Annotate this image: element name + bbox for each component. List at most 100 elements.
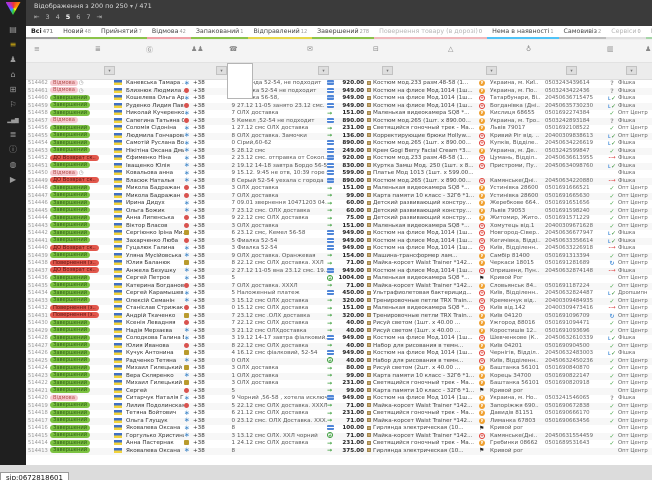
client-phone[interactable]: +38 (193, 433, 213, 441)
status-column-icon[interactable]: ≣ (95, 45, 101, 53)
client-phone[interactable]: +38 (193, 88, 213, 96)
table-row[interactable]: 514420ВідмоваСитарчук Наталія Гр..∗+389Ч… (26, 395, 652, 403)
cart-icon[interactable]: ⊞ (3, 83, 23, 97)
table-row[interactable]: 514422ЗавершенийМихаил Гилецький+383ОЛХ … (26, 380, 652, 388)
table-row[interactable]: 514430ЗавершенийКсенія Левадняя+38722.12… (26, 320, 652, 328)
ttn-number[interactable]: 20450633226918 (545, 245, 606, 253)
ttn-number[interactable]: 20450635730230 (545, 103, 606, 111)
marketing-icon[interactable]: ⚐ (3, 98, 23, 112)
table-row[interactable]: 514434ЗавершенийСергей Карамышев∗+385Нал… (26, 290, 652, 298)
order-comment[interactable]: 24.12 смс ОЛХ доставка (237, 440, 327, 448)
ttn-number[interactable]: 20450634226619 (545, 140, 606, 148)
client-phone[interactable]: +38 (193, 365, 213, 373)
client-phone[interactable]: +38 (193, 335, 213, 343)
ttn-number[interactable]: 0501691096709 (545, 313, 606, 321)
client-phone[interactable]: +38 (193, 418, 213, 426)
table-row[interactable]: 514461Відмова◷Близнюк Людмила ..+387Фиал… (26, 88, 652, 96)
product-name[interactable]: Карта памяти 10 класс - 32Гб *1... (367, 388, 479, 396)
order-comment[interactable]: 15.12 смс ОЛХ доставка (237, 305, 327, 313)
product-name[interactable]: Корректирующие брюки Hollyw... (367, 133, 479, 141)
client-name[interactable]: Солодкова Галина В.. (126, 335, 184, 343)
client-name[interactable]: Руденко Лидия Пав.. (126, 103, 184, 111)
statistics-icon[interactable]: ▂▅▇ (3, 113, 23, 127)
order-comment[interactable]: ОЛХ доставка (237, 185, 327, 193)
client-name[interactable]: Іващенко Юлія (126, 163, 184, 171)
order-comment[interactable]: Наложенный платеж (237, 290, 327, 298)
table-row[interactable]: 514451ЗавершенийІващенко Юлія∗+38219.12 … (26, 163, 652, 171)
order-comment[interactable]: Кемел ,52-54 не подходит (237, 118, 327, 126)
table-row[interactable]: 514458ЗавершенийНиколай Кучеренко∗+387ОЛ… (26, 110, 652, 118)
client-name[interactable]: Николай Кучеренко (126, 110, 184, 118)
ttn-number[interactable]: 0503243439614 (545, 80, 606, 88)
table-row[interactable]: 514419ЗавершенийЛилия Подолинская+38522.… (26, 403, 652, 411)
ttn-number[interactable]: 0501691651656 (545, 200, 606, 208)
client-name[interactable]: Анна Липенська (126, 215, 184, 223)
tab-Всі[interactable]: Всі471 (26, 26, 58, 39)
ttn-number[interactable]: 0501691666521 (545, 185, 606, 193)
product-name[interactable]: Светящийся гоночный трек - Ма... (367, 380, 479, 388)
client-phone[interactable]: +38 (193, 230, 213, 238)
order-comment[interactable]: Фиалка 52-54 (237, 245, 327, 253)
shop-icon[interactable]: ⌂ (3, 68, 23, 82)
table-row[interactable]: 514449ДО Возврат ск..Власюк Наталья∗+388… (26, 178, 652, 186)
settings-icon[interactable]: ≣ (3, 128, 23, 142)
product-name[interactable]: Майка-корсет Waist Trainer *142... (367, 418, 479, 426)
client-name[interactable]: Горгулько Христина.. (126, 433, 184, 441)
client-name[interactable]: Надія Мерзаєва (126, 328, 184, 336)
client-column-icon[interactable]: ♟♟ (191, 45, 204, 53)
table-row[interactable]: 514448ЗавершенийМикола Бадражан+383ОЛХ д… (26, 185, 652, 193)
ttn-number[interactable]: 0501692274384 (545, 110, 606, 118)
order-comment[interactable]: Сірий,60-62 (237, 140, 327, 148)
table-row[interactable]: 514413ЗавершенийЯковалева Оксана∗+388→37… (26, 448, 652, 456)
order-comment[interactable]: 22.12 смс ОЛХ доставка. ХХЛ (237, 260, 327, 268)
client-phone[interactable]: +38 (193, 410, 213, 418)
client-name[interactable]: Ольга Божик (126, 208, 184, 216)
ttn-number[interactable]: 20450632483003 (545, 350, 606, 358)
client-name[interactable]: Сергіюнко Іріна Ми.. (126, 230, 184, 238)
client-phone[interactable]: +38 (193, 290, 213, 298)
column-filter-dropdown[interactable]: ▾ (566, 66, 577, 75)
table-row[interactable]: 514433ЗавершенийОлексій Семанін∗+38315.1… (26, 298, 652, 306)
ttn-number[interactable]: 0501690822147 (545, 373, 606, 381)
client-phone[interactable]: +38 (193, 425, 213, 433)
table-row[interactable]: 514417ЗавершенийОльга Глущук∗+38023.12 с… (26, 418, 652, 426)
ttn-number[interactable]: 0503242893184 (545, 118, 606, 126)
order-comment[interactable]: ОЛХ доставка. Оранжевая (237, 253, 327, 261)
tab-Сервіси[interactable]: Сервіси0 (606, 26, 645, 39)
order-comment[interactable]: ОЛХ (237, 358, 327, 366)
table-row[interactable]: 514427ЗавершенийЮлия Иванова+38822.12 см… (26, 343, 652, 351)
client-name[interactable]: Ольга Глущук (126, 418, 184, 426)
column-filter-dropdown[interactable]: ▾ (486, 66, 497, 75)
client-name[interactable]: Уляна Мусійовська (126, 253, 184, 261)
product-name[interactable]: Костюм на флисе Мод.1014 (1ш... (367, 268, 479, 276)
order-comment[interactable]: 23.12 смс. ОЛХ Доставка. ХХХ... (237, 418, 327, 426)
product-name[interactable]: Гирлянда электрическая (10... (367, 448, 479, 456)
client-phone[interactable]: +38 (193, 358, 213, 366)
ttn-number[interactable]: 0501690820918 (545, 380, 606, 388)
client-name[interactable]: Гуцалюк Галина (126, 245, 184, 253)
ttn-number[interactable]: 0501691313394 (545, 253, 606, 261)
dashboard-icon[interactable]: ▤ (3, 23, 23, 37)
comment-column-icon[interactable]: ✉ (307, 45, 313, 53)
order-comment[interactable]: ОЛХ доставка (237, 193, 327, 201)
client-phone[interactable]: +38 (193, 215, 213, 223)
client-phone[interactable]: +38 (193, 148, 213, 156)
page-button-7[interactable]: 7 (86, 13, 90, 21)
table-row[interactable]: 514462Відмова◷Каневська Тамара ..∗+381Ла… (26, 80, 652, 88)
order-comment[interactable]: 23.12 смс .ОЛХ доставка (237, 313, 327, 321)
order-comment[interactable]: 13.12 смс ОЛХ. ХХЛ чорний (237, 433, 327, 441)
tab-Відправлений[interactable]: Відправлений12 (248, 26, 312, 39)
column-filter-dropdown[interactable]: ▾ (216, 66, 227, 75)
client-name[interactable]: Людмила Гончарова (126, 133, 184, 141)
ttn-number[interactable]: 20450632610339 (545, 335, 606, 343)
client-phone[interactable]: +38 (193, 185, 213, 193)
client-name[interactable]: Ситарчук Наталія Гр.. (126, 395, 184, 403)
client-phone[interactable]: +38 (193, 155, 213, 163)
table-row[interactable]: 514454ЗавершенийСамотій Руслана Во..∗+38… (26, 140, 652, 148)
product-name[interactable]: Маленькая видеокамера SQ8 *... (367, 110, 479, 118)
page-size-dropdown-icon[interactable]: ▾ (130, 3, 133, 10)
ttn-number[interactable]: 0501691571229 (545, 215, 606, 223)
ttn-number[interactable]: 0501691094471 (545, 320, 606, 328)
tab-Завершений[interactable]: Завершений278 (312, 26, 374, 39)
client-phone[interactable]: +38 (193, 238, 213, 246)
